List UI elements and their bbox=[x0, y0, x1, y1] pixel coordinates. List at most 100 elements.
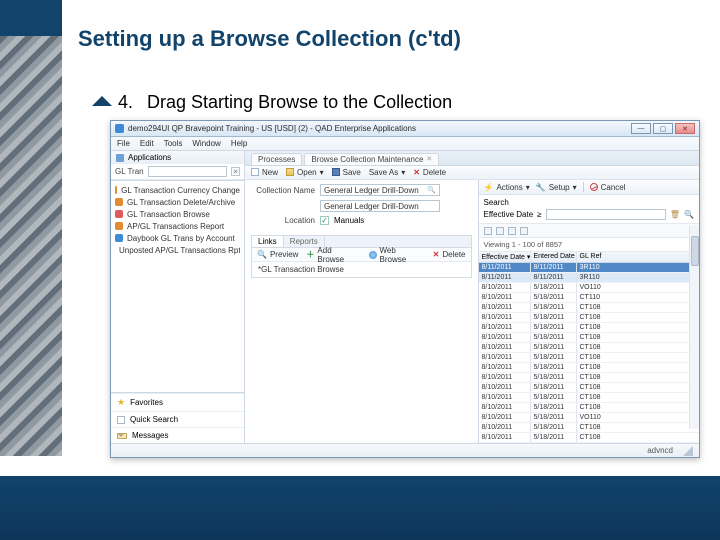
tree-item-icon bbox=[115, 234, 123, 242]
save-as-button[interactable]: Save As▾ bbox=[369, 168, 405, 177]
table-row[interactable]: 8/10/20115/18/2011CT108 bbox=[479, 423, 700, 433]
actions-button[interactable]: ⚡Actions▾ bbox=[484, 183, 530, 192]
tree-item-icon bbox=[115, 222, 123, 230]
collection-name-input[interactable]: General Ledger Drill-Down bbox=[320, 184, 440, 196]
tree-item[interactable]: GL Transaction Currency Change bbox=[115, 184, 240, 196]
sidebar: Applications GL Tran ✕ GL Transaction Cu… bbox=[111, 151, 245, 443]
filter-input[interactable] bbox=[148, 166, 227, 177]
tree-item[interactable]: Unposted AP/GL Transactions Rpt bbox=[115, 244, 240, 256]
grid-header[interactable]: Effective Date ▾ Entered Date GL Ref bbox=[479, 252, 700, 263]
tree-item-label: Daybook GL Trans by Account bbox=[127, 234, 235, 243]
tab-processes[interactable]: Processes bbox=[251, 153, 302, 165]
tab-browse-collection[interactable]: Browse Collection Maintenance ✕ bbox=[304, 153, 439, 165]
scroll-thumb[interactable] bbox=[691, 236, 699, 266]
table-row[interactable]: 8/10/20115/18/2011CT108 bbox=[479, 433, 700, 443]
sub-delete-button[interactable]: ✕Delete bbox=[433, 250, 466, 259]
chevron-down-icon: ▾ bbox=[573, 183, 577, 192]
menu-window[interactable]: Window bbox=[192, 139, 220, 148]
star-icon: ★ bbox=[117, 397, 125, 408]
titlebar[interactable]: demo294UI QP Bravepoint Training - US [U… bbox=[111, 121, 699, 137]
bullet-number: 4. bbox=[118, 92, 133, 113]
collection-desc-input[interactable]: General Ledger Drill-Down bbox=[320, 200, 440, 212]
web-browse-button[interactable]: Web Browse bbox=[369, 246, 425, 264]
menu-tools[interactable]: Tools bbox=[164, 139, 183, 148]
envelope-icon bbox=[117, 433, 127, 439]
maximize-button[interactable]: ▢ bbox=[653, 123, 673, 134]
save-button[interactable]: Save bbox=[332, 168, 361, 177]
table-row[interactable]: 8/10/20115/18/2011CT108 bbox=[479, 333, 700, 343]
saveas-label: Save As bbox=[369, 168, 398, 177]
magnifier-icon: 🔍 bbox=[257, 250, 267, 259]
trash-icon[interactable]: 🗑 bbox=[670, 210, 680, 219]
table-row[interactable]: 8/10/20115/18/2011CT108 bbox=[479, 313, 700, 323]
setup-button[interactable]: 🔧Setup▾ bbox=[536, 183, 577, 192]
browse-list-item[interactable]: *GL Transaction Browse bbox=[258, 265, 465, 274]
table-row[interactable]: 8/10/20115/18/2011CT108 bbox=[479, 363, 700, 373]
table-row[interactable]: 8/10/20115/18/2011CT108 bbox=[479, 393, 700, 403]
table-row[interactable]: 8/10/20115/18/2011CT108 bbox=[479, 383, 700, 393]
col-effective-date[interactable]: Effective Date ▾ bbox=[479, 252, 531, 262]
nav-next-icon[interactable] bbox=[508, 227, 516, 235]
tree-item[interactable]: Daybook GL Trans by Account bbox=[115, 232, 240, 244]
sidebar-messages[interactable]: Messages bbox=[111, 427, 244, 443]
manuals-checkbox[interactable]: ✓ bbox=[320, 216, 329, 225]
table-row[interactable]: 8/11/20118/11/20113R110 bbox=[479, 263, 700, 273]
table-row[interactable]: 8/10/20115/18/2011CT108 bbox=[479, 303, 700, 313]
favorites-label: Favorites bbox=[130, 398, 163, 407]
add-browse-button[interactable]: ＋Add Browse bbox=[306, 246, 360, 264]
main-pane: Processes Browse Collection Maintenance … bbox=[245, 151, 699, 443]
menu-file[interactable]: File bbox=[117, 139, 130, 148]
separator bbox=[583, 182, 584, 192]
menu-edit[interactable]: Edit bbox=[140, 139, 154, 148]
tab-label: Processes bbox=[258, 155, 295, 164]
table-row[interactable]: 8/10/20115/18/2011CT108 bbox=[479, 353, 700, 363]
delete-icon: ✕ bbox=[433, 250, 440, 259]
app-window: demo294UI QP Bravepoint Training - US [U… bbox=[110, 120, 700, 458]
collection-name-label: Collection Name bbox=[251, 186, 315, 195]
search-op[interactable]: ≥ bbox=[537, 210, 541, 219]
tree-item-label: GL Transaction Delete/Archive bbox=[127, 198, 235, 207]
table-row[interactable]: 8/10/20115/18/2011VO110 bbox=[479, 413, 700, 423]
table-row[interactable]: 8/11/20118/11/20113R110 bbox=[479, 273, 700, 283]
menu-help[interactable]: Help bbox=[231, 139, 247, 148]
sidebar-favorites[interactable]: ★ Favorites bbox=[111, 393, 244, 411]
form-pane: Collection Name General Ledger Drill-Dow… bbox=[245, 180, 478, 443]
new-button[interactable]: New bbox=[251, 168, 278, 177]
tree-item[interactable]: GL Transaction Browse bbox=[115, 208, 240, 220]
vertical-scrollbar[interactable] bbox=[689, 226, 699, 429]
results-grid: Effective Date ▾ Entered Date GL Ref 8/1… bbox=[479, 252, 700, 443]
preview-button[interactable]: 🔍Preview bbox=[257, 250, 298, 259]
search-value-input[interactable] bbox=[546, 209, 666, 220]
sidebar-apps-header[interactable]: Applications bbox=[111, 151, 244, 164]
tab-close-icon[interactable]: ✕ bbox=[426, 155, 432, 163]
tree-item[interactable]: AP/GL Transactions Report bbox=[115, 220, 240, 232]
location-label: Location bbox=[251, 216, 315, 225]
table-row[interactable]: 8/10/20115/18/2011CT108 bbox=[479, 323, 700, 333]
search-icon[interactable]: 🔍 bbox=[684, 210, 694, 219]
table-row[interactable]: 8/10/20115/18/2011CT108 bbox=[479, 403, 700, 413]
col-entered-date[interactable]: Entered Date bbox=[531, 252, 577, 262]
delete-button[interactable]: ✕Delete bbox=[413, 168, 446, 177]
search-field[interactable]: Effective Date bbox=[484, 210, 534, 219]
tree-item[interactable]: GL Transaction Delete/Archive bbox=[115, 196, 240, 208]
close-button[interactable]: ✕ bbox=[675, 123, 695, 134]
table-row[interactable]: 8/10/20115/18/2011CT110 bbox=[479, 293, 700, 303]
nav-prev-icon[interactable] bbox=[496, 227, 504, 235]
minimize-button[interactable]: — bbox=[631, 123, 651, 134]
filter-clear-icon[interactable]: ✕ bbox=[231, 167, 240, 176]
table-row[interactable]: 8/10/20115/18/2011VO110 bbox=[479, 283, 700, 293]
table-row[interactable]: 8/10/20115/18/2011CT108 bbox=[479, 343, 700, 353]
right-pane: ⚡Actions▾ 🔧Setup▾ Cancel Search Effectiv… bbox=[478, 180, 700, 443]
slide-header-band bbox=[0, 0, 62, 36]
tree-item-icon bbox=[115, 186, 117, 194]
cancel-button[interactable]: Cancel bbox=[590, 183, 626, 192]
open-button[interactable]: Open▾ bbox=[286, 168, 324, 177]
subtab-links[interactable]: Links bbox=[252, 236, 284, 247]
nav-last-icon[interactable] bbox=[520, 227, 528, 235]
resize-grip-icon[interactable] bbox=[683, 446, 693, 456]
sidebar-quick-search[interactable]: Quick Search bbox=[111, 411, 244, 427]
sub-toolbar: 🔍Preview ＋Add Browse Web Browse ✕Delete bbox=[252, 248, 471, 262]
nav-first-icon[interactable] bbox=[484, 227, 492, 235]
col-gl-ref[interactable]: GL Ref bbox=[577, 252, 700, 262]
table-row[interactable]: 8/10/20115/18/2011CT108 bbox=[479, 373, 700, 383]
